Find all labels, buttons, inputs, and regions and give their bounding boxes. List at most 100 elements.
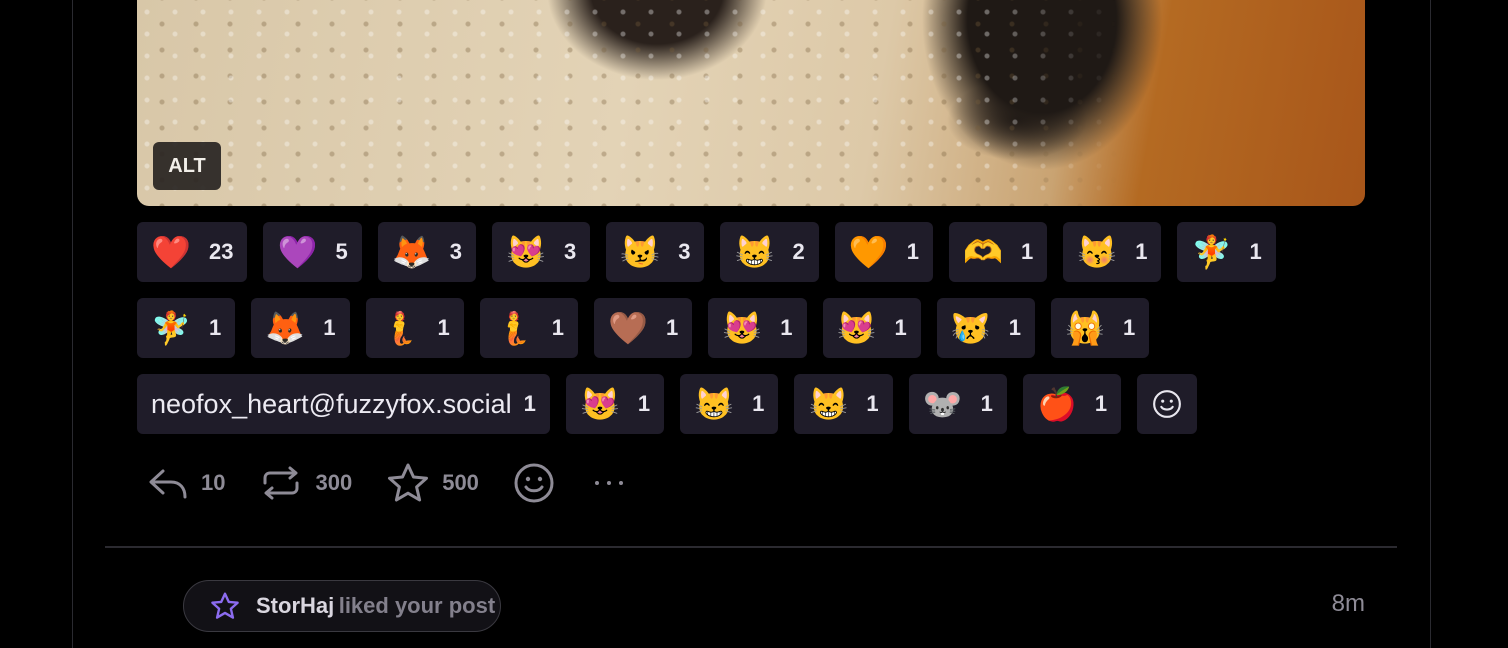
reaction-shortcode: neofox_heart@fuzzyfox.social	[151, 388, 512, 419]
reaction-chip[interactable]: 🦊 3	[377, 222, 476, 282]
reaction-emoji-icon: 🧚	[1191, 234, 1232, 270]
reaction-count: 1	[1008, 315, 1021, 340]
reaction-count: 1	[1020, 239, 1034, 264]
reaction-chip[interactable]: 😸 2	[720, 222, 819, 282]
smiley-icon	[1153, 390, 1182, 418]
reaction-emoji-icon: 😸	[734, 234, 775, 270]
reaction-chip[interactable]: 😸 1	[680, 374, 779, 434]
reaction-chip[interactable]: 🙀 1	[1051, 298, 1150, 358]
reaction-chip[interactable]: 😻 1	[565, 374, 665, 434]
reaction-chip[interactable]: 😽 1	[1063, 222, 1162, 282]
reaction-count: 5	[335, 239, 348, 264]
star-icon	[388, 463, 429, 502]
reaction-count: 1	[551, 315, 564, 340]
reaction-count: 1	[980, 391, 993, 416]
reaction-chip[interactable]: 💜 5	[263, 222, 362, 282]
reaction-count: 3	[449, 239, 462, 264]
reaction-count: 23	[209, 239, 234, 264]
more-icon	[594, 481, 623, 485]
reaction-count: 1	[866, 391, 879, 416]
reaction-chip[interactable]: 🧜 1	[479, 298, 578, 358]
reaction-emoji-icon: 🐭	[922, 386, 963, 422]
reaction-chip[interactable]: 🦊 1	[251, 298, 350, 358]
reaction-emoji-icon: 🦊	[265, 310, 306, 346]
reaction-chip[interactable]: 🤎 1	[594, 298, 693, 358]
reply-button[interactable]: 10	[147, 465, 225, 501]
reaction-count: 1	[894, 315, 907, 340]
reaction-count: 3	[678, 239, 691, 264]
reaction-count: 1	[637, 391, 651, 416]
reaction-chip[interactable]: 🧚 1	[1177, 222, 1276, 282]
reaction-emoji-icon: 💜	[277, 234, 318, 270]
notification-text: liked your post	[338, 593, 496, 618]
reaction-emoji-icon: 😸	[808, 386, 849, 422]
column-right-border	[1430, 0, 1431, 648]
more-options-button[interactable]	[589, 473, 629, 493]
reaction-emoji-icon: 🤎	[608, 310, 648, 346]
notification-pill[interactable]: StorHaj liked your post	[183, 580, 501, 632]
reaction-count: 1	[437, 315, 450, 340]
post-action-bar: 10 300 500	[147, 458, 663, 508]
image-texture	[137, 0, 1365, 206]
reaction-count: 1	[906, 239, 919, 264]
reaction-chip[interactable]: 🧚 1	[137, 298, 236, 358]
boost-button[interactable]: 300	[259, 465, 352, 501]
smiley-icon	[514, 463, 554, 503]
reaction-chip[interactable]: 😻 3	[491, 222, 591, 282]
reaction-count: 1	[1094, 391, 1108, 416]
reaction-emoji-icon: 🧚	[151, 310, 191, 346]
reaction-chip[interactable]: 🫶 1	[948, 222, 1048, 282]
star-icon	[211, 592, 239, 619]
reaction-emoji-icon: 😸	[694, 386, 735, 422]
reaction-chip[interactable]: 😻 1	[822, 298, 921, 358]
reaction-count: 1	[323, 315, 336, 340]
post-image[interactable]	[137, 0, 1365, 206]
reaction-chip[interactable]: 🍎 1	[1022, 374, 1122, 434]
add-reaction-button[interactable]	[513, 462, 555, 504]
reaction-emoji-icon: 🙀	[1065, 310, 1105, 346]
alt-text-button[interactable]: ALT	[153, 142, 221, 190]
reaction-chip[interactable]: neofox_heart@fuzzyfox.social 1	[137, 374, 550, 434]
column-left-border	[72, 0, 73, 648]
boost-icon	[263, 466, 299, 500]
reaction-count: 1	[1135, 239, 1148, 264]
notification-time: 8m	[1331, 590, 1365, 617]
reaction-emoji-icon: 🧜	[379, 310, 420, 346]
reaction-emoji-icon: 😽	[1077, 234, 1118, 270]
reaction-count: 1	[1249, 239, 1262, 264]
favourite-button[interactable]: 500	[386, 462, 479, 504]
reaction-chip[interactable]: 🐭 1	[908, 374, 1007, 434]
reaction-count: 1	[752, 391, 765, 416]
reaction-emoji-icon: 😻	[836, 310, 877, 346]
add-reaction-chip[interactable]	[1137, 374, 1198, 434]
reaction-count: 1	[209, 315, 222, 340]
reaction-count: 1	[1123, 315, 1136, 340]
reactions-bar: ❤️ 23 💜 5 🦊 3 😻 3 😼 3 😸 2 🧡 1 🫶 1 😽 1 🧚 1 🧚 1 🦊 1 🧜 1 🧜 1 🤎 1 😻 1 😻 1 😿 1 🙀 1…	[137, 222, 1377, 434]
reaction-chip[interactable]: ❤️ 23	[137, 222, 248, 282]
reaction-count: 1	[780, 315, 793, 340]
reaction-chip[interactable]: 😿 1	[936, 298, 1035, 358]
reaction-chip[interactable]: 😼 3	[606, 222, 705, 282]
reaction-emoji-icon: 🦊	[391, 234, 432, 270]
reaction-count: 2	[792, 239, 805, 264]
reaction-emoji-icon: 😻	[506, 234, 546, 270]
reaction-count: 1	[523, 391, 536, 416]
reaction-count: 3	[563, 239, 577, 264]
favourite-count: 500	[442, 470, 479, 495]
reaction-chip[interactable]: 🧡 1	[834, 222, 933, 282]
reaction-emoji-icon: 🫶	[963, 234, 1003, 270]
reaction-emoji-icon: 😿	[950, 310, 991, 346]
reaction-emoji-icon: 🧡	[848, 234, 889, 270]
reaction-emoji-icon: ❤️	[151, 234, 191, 270]
boost-count: 300	[315, 470, 353, 495]
reaction-emoji-icon: 🍎	[1036, 386, 1077, 422]
reaction-emoji-icon: 🧜	[493, 310, 534, 346]
reaction-emoji-icon: 😻	[579, 386, 620, 422]
reaction-emoji-icon: 😼	[620, 234, 661, 270]
reply-count: 10	[201, 470, 226, 495]
reaction-chip[interactable]: 🧜 1	[365, 298, 464, 358]
reaction-chip[interactable]: 😸 1	[794, 374, 893, 434]
post-divider	[105, 546, 1397, 548]
notification-user[interactable]: StorHaj	[256, 593, 334, 618]
reaction-chip[interactable]: 😻 1	[708, 298, 807, 358]
